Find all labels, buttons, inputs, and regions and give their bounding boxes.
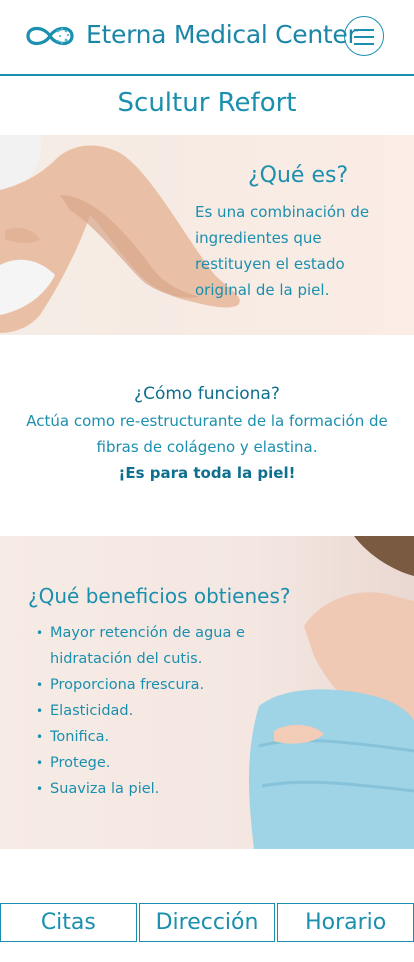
citas-button[interactable]: Citas <box>0 903 137 942</box>
que-es-section: ¿Qué es? Es una combinación de ingredien… <box>0 135 414 335</box>
infinity-logo-icon[interactable] <box>22 20 78 52</box>
brand-name[interactable]: Eterna Medical Center <box>86 20 358 49</box>
hamburger-menu-icon[interactable] <box>344 16 384 56</box>
beneficio-item: Suaviza la piel. <box>36 776 266 802</box>
beneficio-item: Elasticidad. <box>36 698 266 724</box>
menu-line <box>354 36 374 38</box>
que-es-text: Es una combinación de ingredientes que r… <box>195 203 370 299</box>
beneficio-item: Protege. <box>36 750 266 776</box>
como-funciona-text: Actúa como re-estructurante de la formac… <box>26 412 388 456</box>
que-es-title: ¿Qué es? <box>248 163 349 188</box>
horario-button[interactable]: Horario <box>277 903 414 942</box>
beneficio-item: Proporciona frescura. <box>36 672 266 698</box>
bottom-nav: Citas Dirección Horario <box>0 903 414 942</box>
beneficio-item: Tonifica. <box>36 724 266 750</box>
beneficio-item: Mayor retención de agua e hidratación de… <box>36 620 266 672</box>
como-funciona-highlight: ¡Es para toda la piel! <box>118 464 296 482</box>
beneficios-section: ¿Qué beneficios obtienes? Mayor retenció… <box>0 536 414 849</box>
beneficios-title: ¿Qué beneficios obtienes? <box>28 584 291 608</box>
direccion-button[interactable]: Dirección <box>138 903 276 942</box>
page-title: Scultur Refort <box>117 88 297 118</box>
menu-line <box>354 43 374 45</box>
beneficios-list: Mayor retención de agua e hidratación de… <box>36 620 266 802</box>
site-header: Eterna Medical Center <box>0 0 414 76</box>
woman-towel-image <box>249 536 414 849</box>
como-funciona-section: ¿Cómo funciona? Actúa como re-estructura… <box>0 380 414 486</box>
como-funciona-title: ¿Cómo funciona? <box>134 384 280 404</box>
menu-line <box>354 29 374 31</box>
